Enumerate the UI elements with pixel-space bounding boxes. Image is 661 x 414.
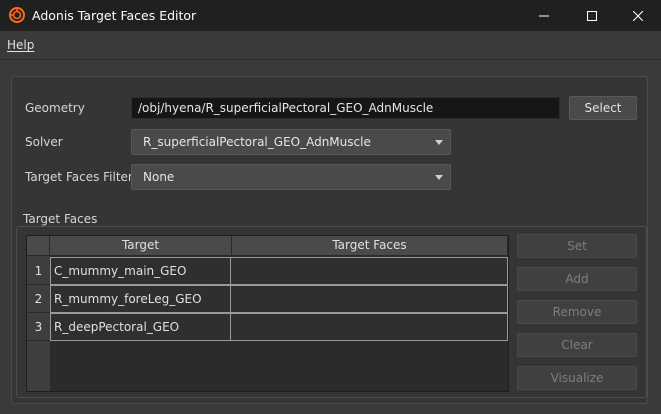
menu-bar: Help — [0, 31, 661, 60]
row-header-2[interactable]: 2 — [27, 285, 50, 313]
filter-value: None — [143, 170, 175, 184]
clear-button[interactable]: Clear — [517, 333, 637, 357]
solver-value: R_superficialPectoral_GEO_AdnMuscle — [143, 135, 371, 149]
maximize-button[interactable] — [569, 0, 615, 31]
menu-help[interactable]: Help — [7, 38, 34, 52]
table-cell-target[interactable]: C_mummy_main_GEO — [50, 257, 231, 285]
row-header-3[interactable]: 3 — [27, 313, 50, 341]
chevron-down-icon — [428, 130, 450, 154]
table-cell-target-faces[interactable] — [230, 285, 508, 313]
houdini-logo-icon — [9, 7, 25, 23]
table-cell-target-faces[interactable] — [230, 313, 508, 341]
table-cell-target[interactable]: R_deepPectoral_GEO — [50, 313, 231, 341]
target-faces-table[interactable]: Target Target Faces 1 C_mummy_main_GEO 2… — [26, 235, 509, 392]
solver-dropdown[interactable]: R_superficialPectoral_GEO_AdnMuscle — [131, 129, 451, 155]
table-cell-target-faces[interactable] — [230, 257, 508, 285]
target-faces-filter-label: Target Faces Filter — [25, 170, 133, 184]
maximize-icon — [587, 10, 597, 21]
table-cell-target[interactable]: R_mummy_foreLeg_GEO — [50, 285, 231, 313]
row-header-1[interactable]: 1 — [27, 257, 50, 285]
geometry-label: Geometry — [25, 101, 85, 115]
table-corner[interactable] — [27, 236, 50, 256]
solver-label: Solver — [25, 135, 63, 149]
minimize-button[interactable] — [521, 0, 567, 31]
column-header-target[interactable]: Target — [50, 236, 232, 256]
select-button[interactable]: Select — [569, 96, 637, 120]
visualize-button[interactable]: Visualize — [517, 366, 637, 390]
chevron-down-icon — [428, 165, 450, 189]
remove-button[interactable]: Remove — [517, 300, 637, 324]
close-icon — [633, 10, 643, 21]
set-button[interactable]: Set — [517, 234, 637, 258]
geometry-field[interactable]: /obj/hyena/R_superficialPectoral_GEO_Adn… — [131, 97, 560, 119]
title-bar: Adonis Target Faces Editor — [0, 0, 661, 31]
target-faces-group-title: Target Faces — [21, 212, 100, 226]
minimize-icon — [539, 15, 549, 16]
window-title: Adonis Target Faces Editor — [32, 8, 197, 23]
target-faces-filter-dropdown[interactable]: None — [131, 164, 451, 190]
add-button[interactable]: Add — [517, 267, 637, 291]
column-header-target-faces[interactable]: Target Faces — [232, 236, 508, 256]
close-button[interactable] — [615, 0, 661, 31]
